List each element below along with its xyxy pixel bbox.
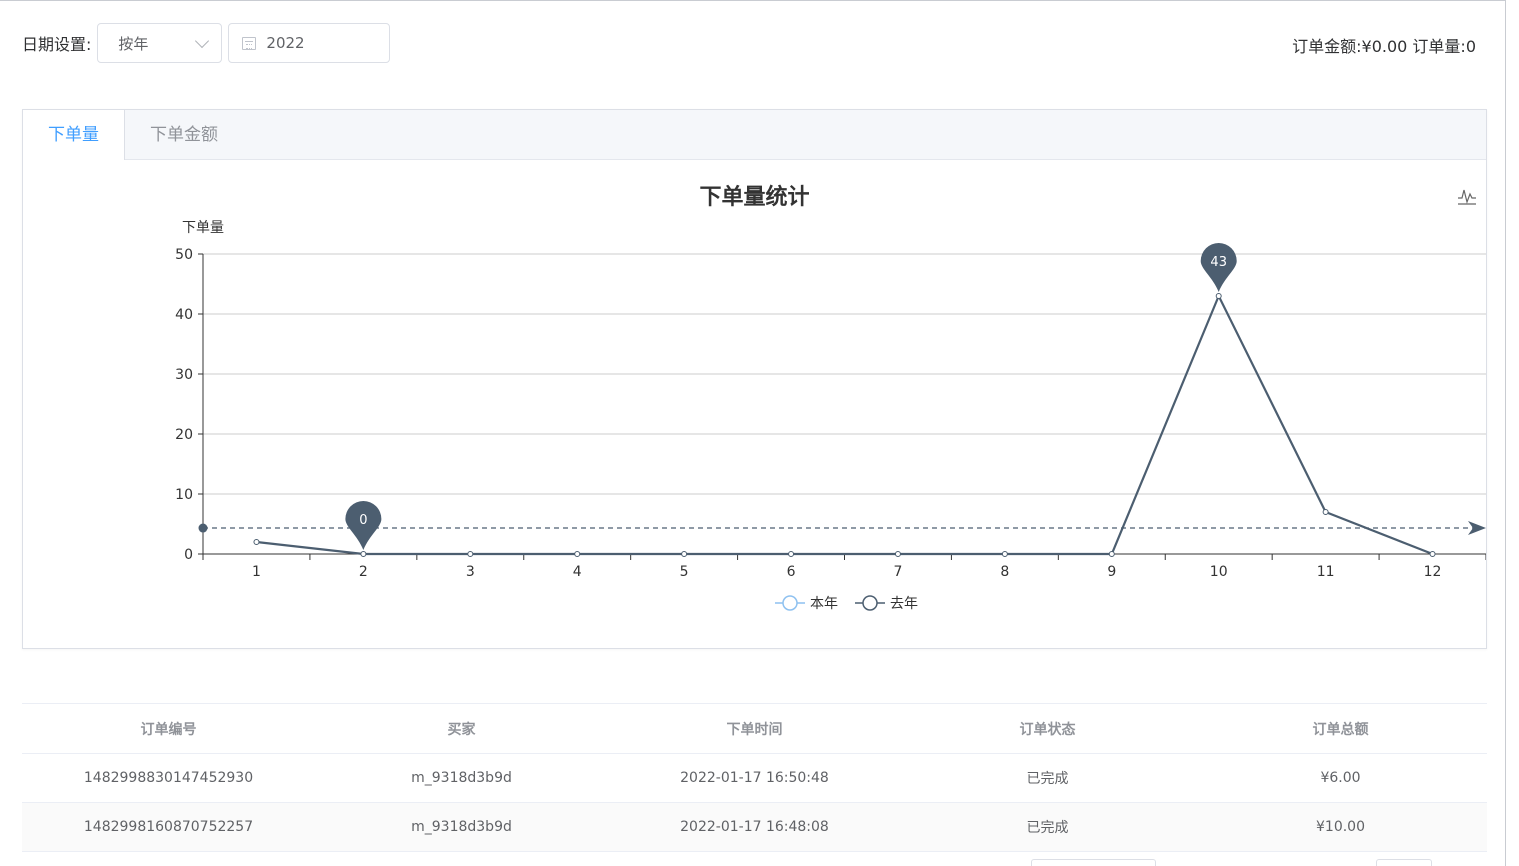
date-setting-label: 日期设置:: [22, 35, 92, 54]
x-tick-label: 12: [1424, 564, 1442, 580]
year-picker[interactable]: 2022: [228, 23, 391, 63]
data-point: [1108, 551, 1115, 557]
order-summary: 订单金额:¥0.00 订单量:0: [1292, 37, 1476, 56]
cell-order-no: 1482998830147452930: [83, 770, 254, 786]
data-point: [788, 551, 795, 557]
x-tick-label: 9: [1107, 564, 1116, 580]
pagination-jump-input[interactable]: [1376, 859, 1432, 866]
legend-marker: [862, 595, 878, 611]
x-tick-label: 3: [466, 564, 475, 580]
period-select-value: 按年: [118, 34, 149, 53]
cell-order-time: 2022-01-17 16:48:08: [680, 819, 829, 835]
calendar-icon: [242, 36, 257, 50]
date-toolbar: 日期设置: 按年 2022: [22, 23, 391, 63]
cell-order-total: ¥6.00: [1320, 770, 1361, 786]
mark-point-label: 0: [359, 513, 367, 528]
header-order-status: 订单状态: [1019, 721, 1076, 738]
legend-label: 去年: [890, 596, 918, 612]
chevron-down-icon: [195, 33, 210, 48]
y-tick-label: 40: [175, 307, 193, 323]
cell-order-total: ¥10.00: [1316, 819, 1365, 835]
cell-order-time: 2022-01-17 16:50:48: [680, 770, 829, 786]
chart-tabs: 下单量 下单金额: [23, 110, 1486, 160]
chart-area: 下单量统计 0 10 20 30 40 50 下单量 1 2 3 4 5 6 7 8 9 10 11 12 0 43 本年…: [23, 160, 1486, 648]
data-point: [894, 551, 901, 557]
legend-marker: [782, 595, 798, 611]
table-row[interactable]: 1482998160870752257 m_9318d3b9d 2022-01-…: [22, 803, 1487, 852]
data-point: [574, 551, 581, 557]
data-point: [681, 551, 688, 557]
x-tick-label: 1: [252, 564, 261, 580]
data-point: [360, 551, 367, 557]
y-tick-label: 20: [175, 427, 193, 443]
y-tick-label: 0: [184, 547, 193, 563]
pagination-size-select[interactable]: [1031, 859, 1156, 866]
cell-buyer: m_9318d3b9d: [411, 819, 512, 835]
y-axis-label: 下单量: [182, 220, 224, 236]
cell-order-no: 1482998160870752257: [83, 819, 254, 835]
header-order-no: 订单编号: [140, 721, 197, 738]
header-order-total: 订单总额: [1312, 721, 1369, 738]
year-picker-value: 2022: [266, 34, 305, 52]
line-chart: 01020304050下单量1 2 3 4 5 6 7 8 9 10 11 12043本年 去年: [175, 220, 1486, 612]
data-point: [1429, 551, 1436, 557]
cell-buyer: m_9318d3b9d: [411, 770, 512, 786]
period-select[interactable]: 按年: [97, 23, 223, 63]
x-tick-label: 6: [787, 564, 796, 580]
cell-order-status: 已完成: [1026, 820, 1069, 836]
data-point: [253, 539, 260, 545]
x-tick-label: 2: [359, 564, 368, 580]
x-tick-label: 5: [680, 564, 689, 580]
y-tick-label: 50: [175, 247, 193, 263]
legend-label: 本年: [810, 596, 838, 612]
tab-order-amount[interactable]: 下单金额: [125, 110, 243, 160]
x-tick-label: 10: [1210, 564, 1228, 580]
header-order-time: 下单时间: [726, 721, 783, 738]
header-buyer: 买家: [447, 721, 476, 738]
data-point: [1215, 293, 1222, 299]
y-tick-label: 10: [175, 487, 193, 503]
orders-table: 订单编号 买家 下单时间 订单状态 订单总额 14829988301474529…: [22, 703, 1487, 852]
chart-card: 下单量 下单金额 下单量统计 0 10 20 30 40 50 下单量 1 2 3 4 5 6 7 8 9 10…: [22, 109, 1487, 649]
tab-order-count[interactable]: 下单量: [23, 110, 125, 160]
x-tick-label: 8: [1000, 564, 1009, 580]
x-tick-label: 4: [573, 564, 582, 580]
average-line-start: [198, 523, 208, 533]
table-header-row: 订单编号 买家 下单时间 订单状态 订单总额: [22, 704, 1487, 754]
y-tick-label: 30: [175, 367, 193, 383]
table-row[interactable]: 1482998830147452930 m_9318d3b9d 2022-01-…: [22, 754, 1487, 803]
data-point: [1001, 551, 1008, 557]
mark-point-label: 43: [1210, 255, 1227, 270]
average-line-arrow: [1468, 521, 1486, 536]
series-line-this-year: [256, 293, 1433, 556]
data-point: [1322, 509, 1329, 515]
cell-order-status: 已完成: [1026, 771, 1069, 787]
data-point: [467, 551, 474, 557]
x-tick-label: 11: [1317, 564, 1335, 580]
x-tick-label: 7: [893, 564, 902, 580]
